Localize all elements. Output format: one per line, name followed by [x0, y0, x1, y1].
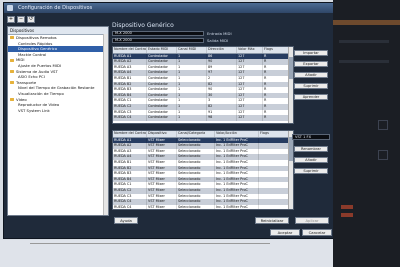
track-checkbox [378, 120, 388, 130]
reset-button[interactable]: Reinicializar [255, 217, 289, 224]
table-cell[interactable]: 1 [177, 115, 207, 121]
midi-input-row: M-X 2000 Entrada MIDI [112, 31, 232, 36]
export-button[interactable]: Exportar [294, 61, 328, 67]
table-row[interactable]: RUEDA C4 Controlador 1 98 127 R [113, 115, 293, 121]
window-title: Configuración de Dispositivos [18, 5, 93, 11]
tree-item-label: VST System Link [18, 107, 50, 113]
folder-icon [10, 36, 14, 40]
add-bank-button[interactable]: Añadir [294, 157, 328, 163]
track-strip [339, 60, 389, 63]
controls-table-body: RUEDA A1 Controlador 1 86 127 R RUEDA A2 Contro… [113, 53, 293, 121]
tree-list: Dispositivos Remotos Controles Rápidos Dis… [8, 35, 108, 113]
background-project-window [333, 0, 400, 267]
delete-control-button[interactable]: Suprimir [294, 83, 328, 89]
column-header[interactable]: Flags [259, 131, 289, 137]
column-header[interactable]: Nombre del Control [113, 131, 147, 137]
midi-input-label: Entrada MIDI [207, 31, 232, 36]
controls-table-scrollbar[interactable] [288, 47, 293, 123]
app-icon [7, 5, 13, 11]
background-ruler [30, 243, 270, 249]
help-button[interactable]: Ayuda [114, 217, 138, 224]
panel-title: Dispositivo Genérico [112, 22, 174, 29]
bank-table-scrollbar[interactable] [288, 131, 293, 209]
track-marker [341, 213, 353, 217]
table-cell[interactable]: Inc. 1 EdFilter ProC [215, 204, 259, 209]
reset-device-button[interactable]: ↺ [27, 16, 35, 23]
scroll-thumb[interactable] [289, 57, 293, 79]
rename-bank-button[interactable]: Renombrar [294, 146, 328, 152]
table-cell[interactable] [259, 204, 289, 209]
column-header[interactable]: Dirección [207, 47, 237, 53]
import-button[interactable]: Importar [294, 50, 328, 56]
learn-button[interactable]: Aprender [294, 94, 328, 100]
column-header[interactable]: Dispositivo [147, 131, 177, 137]
column-header[interactable]: Canal MIDI [177, 47, 207, 53]
table-cell[interactable]: Controlador [147, 115, 177, 121]
table-cell[interactable]: Seleccionado [177, 204, 215, 209]
bank-table-body: RUEDA A1 VST Mixer Seleccionado Inc. 1 EdFi… [113, 137, 293, 209]
table-cell[interactable]: RUEDA C4 [113, 204, 147, 209]
column-header[interactable]: Nombre del Control [113, 47, 147, 53]
table-cell[interactable]: R [263, 115, 289, 121]
window-titlebar[interactable]: Configuración de Dispositivos [4, 3, 334, 13]
bank-select[interactable]: VST 1 FX [292, 134, 330, 140]
track-strip [339, 40, 389, 43]
column-header[interactable]: Valor/Acción [215, 131, 259, 137]
track-checkbox [378, 150, 388, 160]
controls-table: Nombre del Control Estado MIDI Canal MIDI D… [112, 46, 294, 124]
midi-output-label: Salida MIDI [207, 38, 229, 43]
folder-icon [10, 81, 14, 85]
column-header[interactable]: Valor Máx [237, 47, 263, 53]
folder-icon [10, 97, 14, 101]
delete-bank-button[interactable]: Suprimir [294, 168, 328, 174]
add-control-button[interactable]: Añadir [294, 72, 328, 78]
midi-input-select[interactable]: M-X 2000 [112, 31, 204, 36]
tree-header: Dispositivos [8, 27, 108, 35]
add-device-button[interactable]: + [7, 16, 15, 23]
track-highlight [333, 20, 400, 25]
midi-output-row: M-X 2000 Salida MIDI [112, 38, 228, 43]
table-cell[interactable]: 127 [237, 115, 263, 121]
track-marker [341, 205, 353, 209]
device-setup-window: Configuración de Dispositivos + − ↺ Disp… [3, 2, 335, 239]
ok-button[interactable]: Aceptar [270, 229, 300, 236]
scroll-thumb[interactable] [289, 137, 293, 161]
remove-device-button[interactable]: − [17, 16, 25, 23]
tree-item[interactable]: VST System Link [8, 108, 108, 114]
controls-table-header: Nombre del Control Estado MIDI Canal MIDI D… [113, 47, 293, 54]
folder-icon [10, 69, 14, 73]
bank-table: Nombre del Control Dispositivo Canal/Categ… [112, 130, 294, 210]
midi-output-select[interactable]: M-X 2000 [112, 38, 204, 43]
table-cell[interactable]: RUEDA C4 [113, 115, 147, 121]
table-row[interactable]: RUEDA C4 VST Mixer Seleccionado Inc. 1 EdFi… [113, 204, 293, 209]
apply-button[interactable]: Aplicar [295, 217, 329, 224]
background-taskbar [0, 240, 333, 267]
column-header[interactable]: Flags [263, 47, 289, 53]
table-cell[interactable]: VST Mixer [147, 204, 177, 209]
tree-scrollbar[interactable] [103, 34, 108, 215]
folder-icon [10, 58, 14, 62]
column-header[interactable]: Canal/Categoría [177, 131, 215, 137]
cancel-button[interactable]: Cancelar [302, 229, 332, 236]
bank-table-header: Nombre del Control Dispositivo Canal/Categ… [113, 131, 293, 138]
column-header[interactable]: Estado MIDI [147, 47, 177, 53]
device-tree: Dispositivos Dispositivos Remotos Control… [7, 26, 109, 216]
tree-toolbar: + − ↺ [7, 16, 35, 23]
table-cell[interactable]: 98 [207, 115, 237, 121]
